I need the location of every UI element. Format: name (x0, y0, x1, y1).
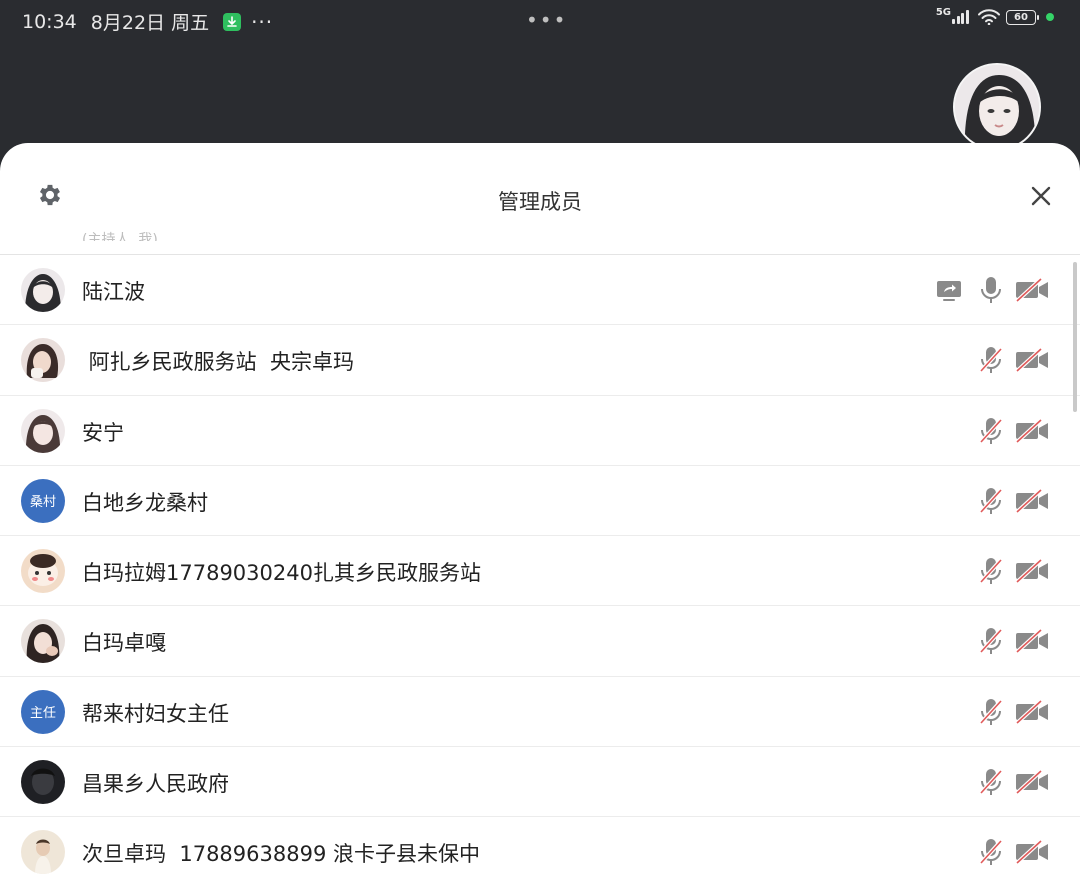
status-date: 8月22日 周五 (90, 12, 210, 34)
mic-button[interactable] (975, 345, 1007, 375)
member-row[interactable]: 白玛卓嘎 (0, 605, 1080, 675)
avatar (21, 338, 65, 383)
camera-button[interactable] (1014, 697, 1050, 727)
camera-button[interactable] (1014, 767, 1050, 797)
mic-button[interactable] (975, 486, 1007, 516)
member-name: 陆江波 (82, 280, 145, 304)
camera-off-icon (1015, 488, 1048, 514)
mic-button[interactable] (975, 626, 1007, 656)
microphone-muted-icon (979, 698, 1003, 725)
window-handle-dots[interactable]: ••• (526, 8, 567, 32)
scrollbar[interactable] (1073, 262, 1077, 412)
mic-button[interactable] (975, 697, 1007, 727)
status-more: ··· (251, 9, 274, 34)
manage-members-sheet: 管理成员 (主持人, 我) 陆江波 阿扎乡民政服务站 央宗卓玛 安宁 桑村 白地… (0, 143, 1080, 877)
member-name: 白玛卓嘎 (82, 631, 166, 656)
download-icon (223, 12, 242, 31)
microphone-muted-icon (979, 769, 1003, 796)
camera-button[interactable] (1014, 275, 1050, 305)
member-name: 阿扎乡民政服务站 央宗卓玛 (82, 350, 355, 375)
avatar (21, 268, 65, 312)
avatar: 桑村 (21, 478, 65, 523)
network-type: 5G (935, 6, 951, 18)
camera-button[interactable] (1014, 556, 1050, 586)
mic-button[interactable] (975, 275, 1007, 305)
avatar (21, 830, 65, 875)
member-name: 安宁 (82, 420, 124, 445)
microphone-muted-icon (979, 839, 1003, 866)
close-button[interactable] (1028, 183, 1054, 209)
member-row[interactable]: 桑村 白地乡龙桑村 (0, 464, 1080, 535)
member-row[interactable]: 昌果乡人民政府 (0, 746, 1080, 816)
camera-button[interactable] (1014, 486, 1050, 516)
battery-icon: 60 (1006, 9, 1039, 25)
camera-off-icon (1015, 277, 1048, 303)
camera-off-icon (1015, 347, 1048, 373)
camera-button[interactable] (1014, 626, 1050, 656)
wifi-icon (978, 9, 1000, 25)
camera-off-icon (1015, 699, 1048, 725)
close-icon (1031, 186, 1051, 206)
member-name: 昌果乡人民政府 (82, 772, 229, 797)
member-name: 白地乡龙桑村 (82, 490, 208, 515)
member-name: 帮来村妇女主任 (82, 701, 229, 726)
avatar (21, 760, 65, 805)
avatar: 主任 (21, 689, 65, 734)
mic-button[interactable] (975, 556, 1007, 586)
status-time: 10:34 (22, 10, 77, 33)
member-row[interactable]: 安宁 (0, 394, 1080, 465)
avatar (21, 619, 65, 664)
camera-off-icon (1015, 558, 1048, 584)
microphone-muted-icon (979, 558, 1003, 585)
member-row[interactable]: 陆江波 (0, 254, 1080, 324)
microphone-muted-icon (979, 628, 1003, 655)
signal-icon (952, 10, 970, 24)
status-right: 5G 60 (935, 6, 1054, 25)
microphone-muted-icon (979, 347, 1003, 374)
battery-level: 60 (1014, 11, 1028, 23)
sheet-header: 管理成员 (主持人, 我) (0, 143, 1080, 253)
member-list: 陆江波 阿扎乡民政服务站 央宗卓玛 安宁 桑村 白地乡龙桑村 白玛拉姆17789… (0, 254, 1080, 877)
mic-button[interactable] (975, 837, 1007, 867)
camera-off-icon (1015, 769, 1048, 795)
screen-share-button[interactable] (933, 275, 965, 305)
status-left: 10:34 8月22日 周五 ··· (22, 8, 287, 35)
host-label-partial: (主持人, 我) (82, 232, 158, 241)
camera-button[interactable] (1014, 416, 1050, 446)
status-bar: 10:34 8月22日 周五 ··· ••• 5G 60 (0, 0, 1080, 40)
microphone-icon (981, 277, 1001, 303)
member-row[interactable]: 阿扎乡民政服务站 央宗卓玛 (0, 324, 1080, 394)
member-name: 次旦卓玛 17889638899 浪卡子县未保中 (82, 842, 480, 867)
camera-off-icon (1015, 418, 1048, 444)
camera-off-icon (1015, 839, 1048, 865)
member-row[interactable]: 白玛拉姆17789030240扎其乡民政服务站 (0, 535, 1080, 605)
microphone-muted-icon (979, 417, 1003, 444)
sheet-title: 管理成员 (498, 190, 582, 214)
microphone-muted-icon (979, 487, 1003, 514)
member-name: 白玛拉姆17789030240扎其乡民政服务站 (82, 561, 481, 586)
camera-button[interactable] (1014, 837, 1050, 867)
self-video-avatar[interactable] (953, 63, 1041, 151)
mic-button[interactable] (975, 416, 1007, 446)
mic-button[interactable] (975, 767, 1007, 797)
avatar (21, 408, 65, 453)
charging-indicator (1046, 13, 1054, 21)
camera-button[interactable] (1014, 345, 1050, 375)
avatar (21, 549, 65, 594)
member-row[interactable]: 主任 帮来村妇女主任 (0, 675, 1080, 746)
camera-off-icon (1015, 629, 1048, 654)
member-row[interactable]: 次旦卓玛 17889638899 浪卡子县未保中 (0, 816, 1080, 877)
screen-share-icon (937, 281, 961, 301)
